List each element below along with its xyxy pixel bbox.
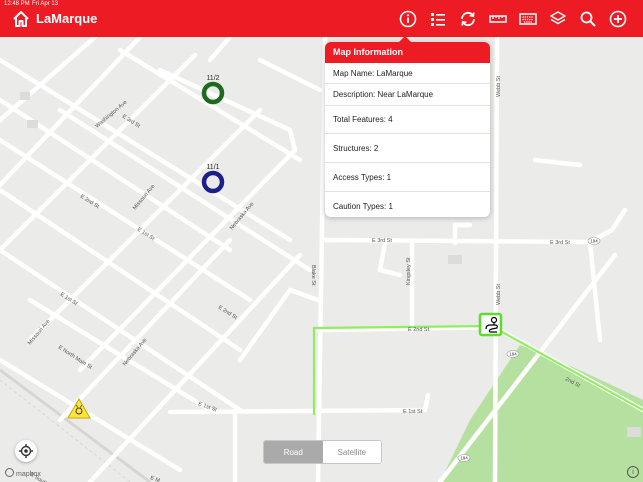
layers-icon[interactable] <box>547 8 569 30</box>
marker-label: 11/1 <box>206 164 219 171</box>
street-label: Webb St <box>496 284 502 305</box>
route-shield: 194 <box>460 456 468 461</box>
attribution-info-icon[interactable]: i <box>627 466 639 478</box>
locate-me-button[interactable] <box>15 440 37 462</box>
map-title: LaMarque <box>36 11 98 26</box>
street-label: Kingsley St <box>406 257 412 285</box>
street-label: E 3rd St <box>372 238 392 244</box>
mapbox-logo[interactable]: mapbox <box>5 468 41 478</box>
keyboard-icon[interactable] <box>517 8 539 30</box>
route-shield: 194 <box>590 239 598 244</box>
access-types-row: Access Types: 1 <box>325 163 490 192</box>
road-button[interactable]: Road <box>264 441 323 463</box>
mapbox-logo-text: mapbox <box>16 471 41 478</box>
home-icon[interactable] <box>10 8 32 30</box>
structures-row: Structures: 2 <box>325 134 490 163</box>
street-label: E 2nd St <box>408 327 430 333</box>
description-row: Description: Near LaMarque <box>325 84 490 106</box>
status-bar: 12:48 PM Fri Apr 13 <box>0 0 643 9</box>
info-icon[interactable] <box>397 8 419 30</box>
layers-list-icon[interactable] <box>427 8 449 30</box>
satellite-button[interactable]: Satellite <box>322 441 381 463</box>
map-information-popover: Map Information Map Name: LaMarque Descr… <box>325 36 490 217</box>
popover-title: Map Information <box>325 42 490 63</box>
ruler-icon[interactable] <box>487 8 509 30</box>
route-shield: 194 <box>509 352 517 357</box>
access-route-icon[interactable] <box>478 312 503 337</box>
map-name-row: Map Name: LaMarque <box>325 63 490 84</box>
total-features-row: Total Features: 4 <box>325 106 490 134</box>
crosshair-icon <box>19 444 33 458</box>
street-label: Webb St <box>496 76 502 97</box>
mapbox-logo-icon <box>5 468 14 477</box>
popover-arrow <box>398 36 412 43</box>
caution-types-row: Caution Types: 1 <box>333 201 393 211</box>
status-time: 12:48 PM <box>4 1 30 7</box>
sync-icon[interactable] <box>457 8 479 30</box>
map-type-toggle: Road Satellite <box>263 440 382 464</box>
street-label: E 1st St <box>403 409 423 415</box>
map-view[interactable]: Washington Ave E 3rd St Missouri Ave E 2… <box>0 37 643 482</box>
status-date: Fri Apr 13 <box>32 1 59 7</box>
add-icon[interactable] <box>607 8 629 30</box>
street-label: E 3rd St <box>550 240 570 246</box>
street-label: Blake St <box>310 265 316 286</box>
marker-label: 11/2 <box>206 75 219 82</box>
search-icon[interactable] <box>577 8 599 30</box>
